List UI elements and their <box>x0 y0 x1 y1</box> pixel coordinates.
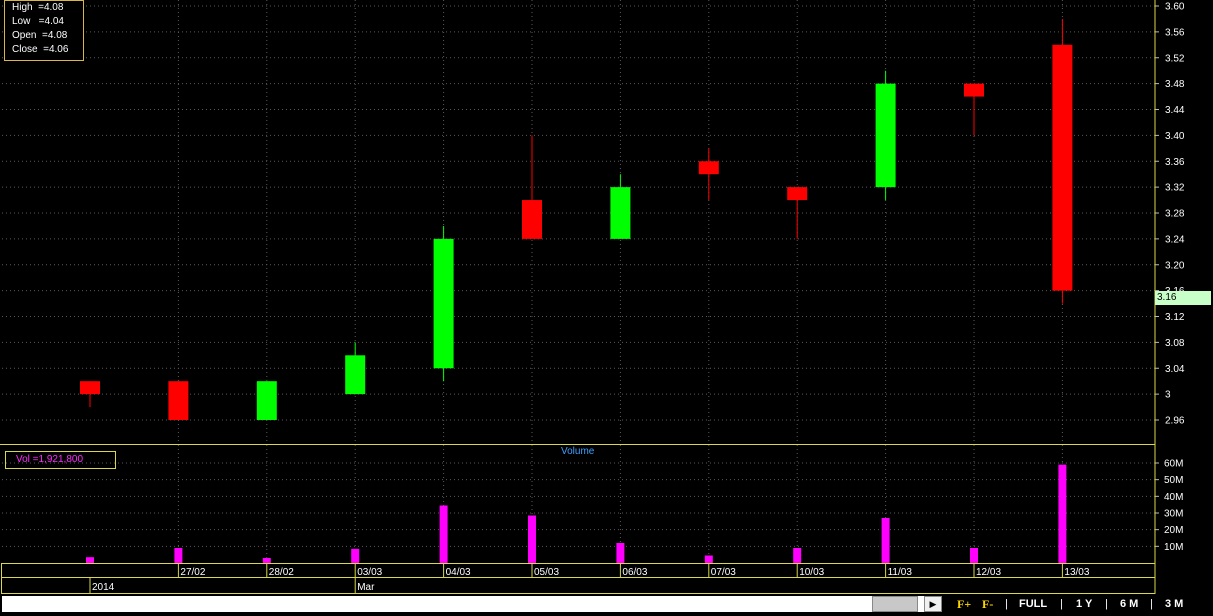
volume-readout: Vol =1,921,800 <box>5 451 116 469</box>
price-tick-label: 3.52 <box>1165 53 1185 64</box>
date-tick-label: 12/03 <box>976 567 1001 578</box>
candle-body <box>875 83 896 188</box>
price-tick-label: 2.96 <box>1165 416 1185 427</box>
date-tick-label: 06/03 <box>622 567 647 578</box>
volume-bar <box>704 555 713 563</box>
price-tick-label: 3.24 <box>1165 234 1185 245</box>
volume-bar <box>1058 464 1067 563</box>
volume-bar <box>793 548 802 563</box>
range-6m-button[interactable]: 6 M <box>1120 596 1138 612</box>
high-readout: High =4.08 <box>12 2 64 13</box>
volume-bar <box>970 548 978 563</box>
range-3m-button[interactable]: 3 M <box>1165 596 1183 612</box>
price-grid <box>2 0 1155 444</box>
date-tick-label: 28/02 <box>269 567 294 578</box>
volume-tick-label: 50M <box>1164 475 1183 486</box>
separator: | <box>1150 598 1153 610</box>
date-axis: 27/02 28/02 03/03 04/03 05/03 06/03 07/03 10/03… <box>89 564 1090 593</box>
volume-series <box>86 464 1067 563</box>
period-axis-row <box>1 577 1156 594</box>
date-tick-label: 07/03 <box>711 567 736 578</box>
period-label: 2014 <box>92 582 115 593</box>
separator: | <box>1105 598 1108 610</box>
candle-body <box>964 83 984 97</box>
date-tick-label: 05/03 <box>534 567 559 578</box>
candle-body <box>80 381 100 395</box>
date-tick-label: 13/03 <box>1064 567 1089 578</box>
period-label: Mar <box>357 582 375 593</box>
price-tick-label: 3.28 <box>1165 209 1185 220</box>
candle-body <box>698 161 719 175</box>
candlestick-series <box>80 18 1073 420</box>
price-tick-label: 3 <box>1165 390 1171 401</box>
volume-bar <box>351 548 360 563</box>
candle-body <box>610 187 631 239</box>
price-tick-label: 3.56 <box>1165 27 1185 38</box>
volume-tick-label: 20M <box>1164 525 1183 536</box>
price-tick-label: 3.12 <box>1165 312 1185 323</box>
low-readout: Low =4.04 <box>12 16 64 27</box>
volume-tick-label: 60M <box>1164 459 1183 470</box>
price-tick-label: 3.40 <box>1165 131 1185 142</box>
volume-tick-label: 30M <box>1164 509 1183 520</box>
date-tick-label: 04/03 <box>446 567 471 578</box>
volume-tick-label: 10M <box>1164 542 1183 553</box>
close-readout: Close =4.06 <box>12 44 69 55</box>
volume-bar <box>174 548 183 563</box>
scrollbar-track[interactable] <box>2 596 942 612</box>
candle-body <box>168 381 189 420</box>
volume-bar <box>262 558 271 563</box>
volume-bar <box>86 557 94 563</box>
candle-body <box>1052 44 1073 291</box>
candle-body <box>433 238 454 369</box>
price-tick-label: 3.32 <box>1165 183 1185 194</box>
candle-body <box>256 381 277 420</box>
price-tick-label: 3.20 <box>1165 260 1185 271</box>
price-tick-label: 3.60 <box>1165 2 1185 13</box>
zoom-in-button[interactable]: F+ <box>957 596 971 612</box>
price-tick-label: 3.04 <box>1165 364 1185 375</box>
price-tick-label: 3.48 <box>1165 79 1185 90</box>
axes: 3.60 3.56 3.52 3.48 3.44 3.40 3.36 3.32 3.28 3.24… <box>0 0 1185 594</box>
date-tick-label: 03/03 <box>357 567 382 578</box>
candle-body <box>522 200 542 239</box>
candle-body <box>787 187 808 201</box>
price-tick-label: 3.36 <box>1165 157 1185 168</box>
zoom-out-button[interactable]: F- <box>982 596 993 612</box>
date-tick-label: 11/03 <box>888 567 913 578</box>
stock-chart[interactable]: 3.60 3.56 3.52 3.48 3.44 3.40 3.36 3.32 3.28 3.24… <box>0 0 1213 616</box>
volume-bar <box>439 505 448 563</box>
ohlc-readout: High =4.08 Low =4.04 Open =4.08 Close =4… <box>4 0 84 61</box>
volume-bar <box>616 543 625 563</box>
price-tick-label: 3.44 <box>1165 105 1185 116</box>
volume-bar <box>881 518 890 563</box>
range-1y-button[interactable]: 1 Y <box>1076 596 1092 612</box>
range-full-button[interactable]: FULL <box>1019 596 1047 612</box>
volume-grid <box>2 445 1155 563</box>
candle-body <box>345 355 366 395</box>
scrollbar-thumb[interactable] <box>872 596 918 612</box>
volume-panel-title: Volume <box>561 446 595 457</box>
scroll-right-icon[interactable]: ▶ <box>924 596 942 612</box>
open-readout: Open =4.08 <box>12 30 68 41</box>
price-tick-label: 3.08 <box>1165 338 1185 349</box>
separator: | <box>1005 598 1008 610</box>
volume-tick-label: 40M <box>1164 492 1183 503</box>
last-price-tag: 3.16 <box>1155 291 1211 305</box>
date-tick-label: 27/02 <box>180 567 205 578</box>
separator: | <box>1060 598 1063 610</box>
volume-bar <box>528 515 536 563</box>
date-tick-label: 10/03 <box>799 567 824 578</box>
